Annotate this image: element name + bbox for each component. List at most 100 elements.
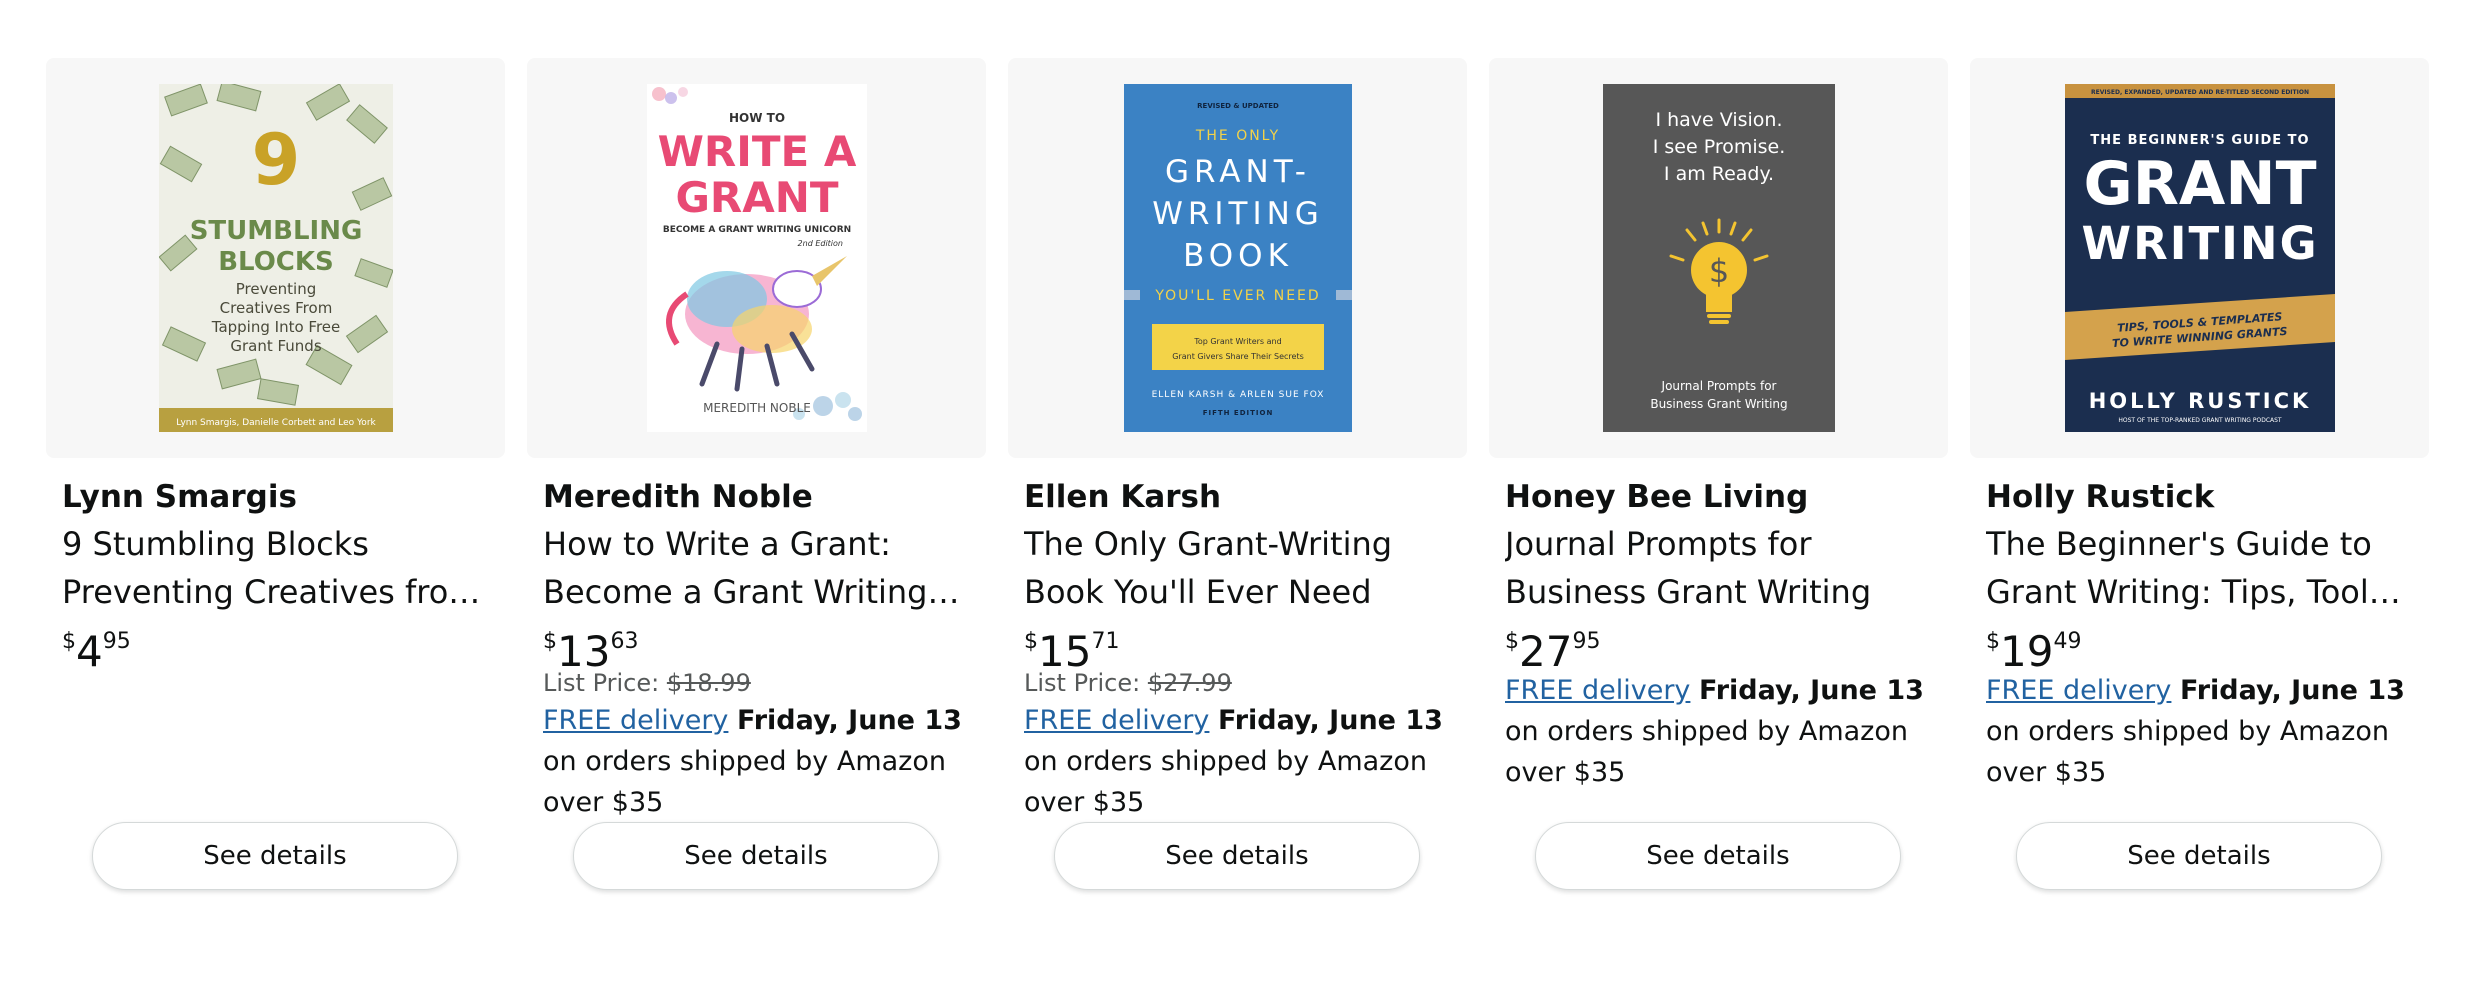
cover-edition: 2nd Edition	[797, 239, 842, 248]
price: $1949	[1986, 618, 2413, 676]
product-info: Honey Bee Living Journal Prompts for Bus…	[1489, 458, 1948, 793]
price-whole: 4	[76, 627, 103, 676]
price-symbol: $	[62, 629, 76, 654]
product-image-link[interactable]: REVISED, EXPANDED, UPDATED AND RE-TITLED…	[1970, 58, 2429, 458]
product-card: 9 STUMBLING BLOCKS Preventing Creatives …	[46, 58, 505, 918]
free-delivery-link[interactable]: FREE delivery	[1505, 675, 1690, 706]
author-name: Meredith Noble	[543, 479, 813, 515]
list-price-label: List Price:	[1024, 669, 1141, 697]
cover-title-line: GRANT	[675, 173, 838, 222]
cover-subtitle-line: Preventing	[235, 280, 316, 298]
cover-top: REVISED, EXPANDED, UPDATED AND RE-TITLED…	[2091, 89, 2309, 96]
cover-bio: HOST OF THE TOP-RANKED GRANT WRITING POD…	[2118, 417, 2282, 424]
cover-subtitle: BECOME A GRANT WRITING UNICORN	[662, 225, 850, 235]
product-info: Lynn Smargis 9 Stumbling Blocks Preventi…	[46, 458, 505, 676]
book-cover-image: I have Vision. I see Promise. I am Ready…	[1602, 84, 1835, 432]
cover-line: I am Ready.	[1663, 163, 1773, 185]
cover-top: HOW TO	[728, 111, 784, 125]
cover-authors: ELLEN KARSH & ARLEN SUE FOX	[1151, 390, 1324, 400]
product-title-link[interactable]: Journal Prompts for Business Grant Writi…	[1505, 520, 1932, 616]
delivery-info: FREE delivery Friday, June 13 on orders …	[1505, 670, 1932, 793]
free-delivery-link[interactable]: FREE delivery	[1024, 705, 1209, 736]
cover-box-line: Top Grant Writers and	[1193, 337, 1281, 346]
cover-bottom-line: Business Grant Writing	[1650, 397, 1787, 411]
delivery-info: FREE delivery Friday, June 13 on orders …	[543, 700, 970, 823]
list-price: List Price: $18.99	[543, 666, 970, 700]
delivery-date: Friday, June 13	[1218, 705, 1443, 736]
cover-the-only: THE ONLY	[1194, 128, 1279, 144]
cover-title-line: WRITE A	[657, 127, 856, 176]
price-symbol: $	[543, 629, 557, 654]
product-image-link[interactable]: 9 STUMBLING BLOCKS Preventing Creatives …	[46, 58, 505, 458]
cover-title-line: STUMBLING	[189, 216, 362, 246]
cover-title-line: GRANT	[2083, 149, 2316, 219]
product-title-link[interactable]: The Beginner's Guide to Grant Writing: T…	[1986, 520, 2413, 616]
list-price-value: $27.99	[1147, 669, 1232, 697]
see-details-button[interactable]: See details	[92, 822, 458, 890]
delivery-terms: on orders shipped by Amazon over $35	[543, 746, 946, 818]
cover-tagline: YOU'LL EVER NEED	[1154, 288, 1320, 304]
cover-bottom-line: Journal Prompts for	[1660, 379, 1776, 393]
delivery-info: FREE delivery Friday, June 13 on orders …	[1986, 670, 2413, 793]
product-info: Holly Rustick The Beginner's Guide to Gr…	[1970, 458, 2429, 793]
author-name: Lynn Smargis	[62, 479, 297, 515]
product-title-link[interactable]: The Only Grant-Writing Book You'll Ever …	[1024, 520, 1451, 616]
price-fraction: 95	[102, 629, 131, 654]
product-image-link[interactable]: HOW TO WRITE A GRANT BECOME A GRANT WRIT…	[527, 58, 986, 458]
cover-line: I have Vision.	[1655, 109, 1782, 131]
price-symbol: $	[1505, 629, 1519, 654]
list-price-value: $18.99	[666, 669, 751, 697]
list-price-label: List Price:	[543, 669, 660, 697]
book-cover-image: HOW TO WRITE A GRANT BECOME A GRANT WRIT…	[646, 84, 867, 432]
book-cover-image: 9 STUMBLING BLOCKS Preventing Creatives …	[158, 84, 393, 432]
product-info: Ellen Karsh The Only Grant-Writing Book …	[1008, 458, 1467, 823]
cover-number: 9	[251, 119, 300, 201]
product-card: I have Vision. I see Promise. I am Ready…	[1489, 58, 1948, 918]
see-details-button[interactable]: See details	[573, 822, 939, 890]
cover-top: REVISED & UPDATED	[1197, 102, 1279, 110]
delivery-terms: on orders shipped by Amazon over $35	[1505, 716, 1908, 788]
price-fraction: 71	[1091, 629, 1120, 654]
cover-title-line: WRITING	[1152, 196, 1324, 232]
cover-title-line: BLOCKS	[218, 247, 334, 277]
cover-title-line: GRANT-	[1165, 154, 1311, 190]
delivery-terms: on orders shipped by Amazon over $35	[1024, 746, 1427, 818]
product-card: REVISED & UPDATED THE ONLY GRANT- WRITIN…	[1008, 58, 1467, 918]
product-title-link[interactable]: How to Write a Grant: Become a Grant Wri…	[543, 520, 970, 616]
product-image-link[interactable]: REVISED & UPDATED THE ONLY GRANT- WRITIN…	[1008, 58, 1467, 458]
cover-edition: FIFTH EDITION	[1202, 409, 1273, 417]
price-fraction: 95	[1572, 629, 1601, 654]
delivery-terms: on orders shipped by Amazon over $35	[1986, 716, 2389, 788]
price: $1571	[1024, 618, 1451, 676]
product-info: Meredith Noble How to Write a Grant: Bec…	[527, 458, 986, 823]
see-details-button[interactable]: See details	[1054, 822, 1420, 890]
price-whole: 19	[2000, 627, 2054, 676]
product-carousel: 9 STUMBLING BLOCKS Preventing Creatives …	[46, 58, 2429, 918]
free-delivery-link[interactable]: FREE delivery	[543, 705, 728, 736]
product-image-link[interactable]: I have Vision. I see Promise. I am Ready…	[1489, 58, 1948, 458]
book-cover-image: REVISED, EXPANDED, UPDATED AND RE-TITLED…	[2064, 84, 2335, 432]
price-fraction: 49	[2053, 629, 2082, 654]
cover-authors: Lynn Smargis, Danielle Corbett and Leo Y…	[176, 418, 376, 428]
delivery-date: Friday, June 13	[2180, 675, 2405, 706]
price-whole: 27	[1519, 627, 1573, 676]
cover-dollar-symbol: $	[1708, 252, 1728, 290]
price: $2795	[1505, 618, 1932, 676]
product-title-link[interactable]: 9 Stumbling Blocks Preventing Creatives …	[62, 520, 489, 616]
product-card: REVISED, EXPANDED, UPDATED AND RE-TITLED…	[1970, 58, 2429, 918]
see-details-button[interactable]: See details	[1535, 822, 1901, 890]
delivery-date: Friday, June 13	[1699, 675, 1924, 706]
cover-title-line: WRITING	[2081, 217, 2318, 270]
author-name: Holly Rustick	[1986, 479, 2215, 515]
product-card: HOW TO WRITE A GRANT BECOME A GRANT WRIT…	[527, 58, 986, 918]
price: $495	[62, 618, 489, 676]
cover-box-line: Grant Givers Share Their Secrets	[1172, 352, 1304, 361]
price-fraction: 63	[610, 629, 639, 654]
price: $1363	[543, 618, 970, 676]
free-delivery-link[interactable]: FREE delivery	[1986, 675, 2171, 706]
list-price: List Price: $27.99	[1024, 666, 1451, 700]
delivery-date: Friday, June 13	[737, 705, 962, 736]
see-details-button[interactable]: See details	[2016, 822, 2382, 890]
delivery-info: FREE delivery Friday, June 13 on orders …	[1024, 700, 1451, 823]
cover-subtitle-line: Creatives From	[219, 299, 332, 317]
